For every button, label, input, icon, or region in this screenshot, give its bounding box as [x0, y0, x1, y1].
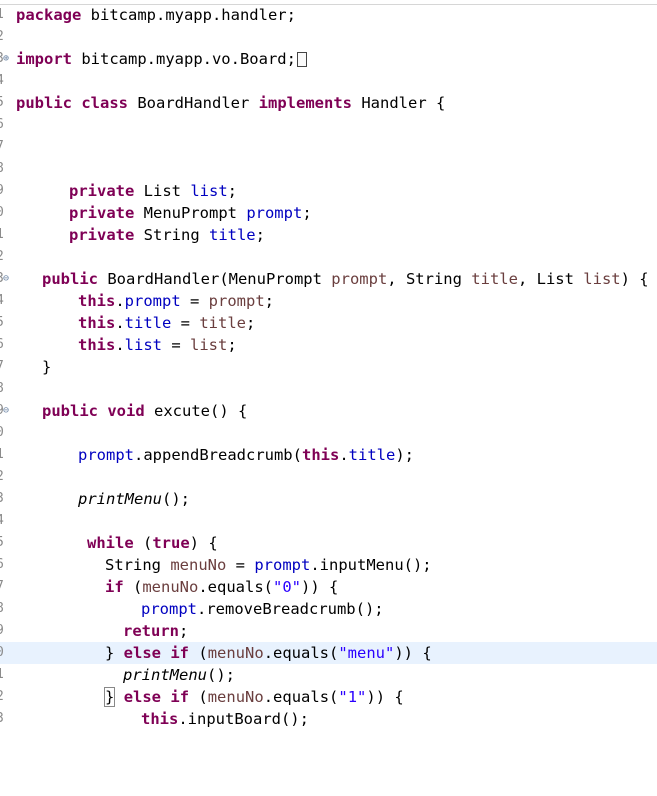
line-text: printMenu();: [78, 490, 190, 508]
code-line[interactable]: 1 package bitcamp.myapp.handler;: [0, 4, 657, 26]
code-line[interactable]: 4: [0, 510, 657, 532]
line-text: return;: [123, 622, 189, 640]
code-line[interactable]: 9 return;: [0, 620, 657, 642]
line-number: 3: [0, 708, 4, 730]
line-text: String menuNo = prompt.inputMenu();: [105, 556, 432, 574]
line-number: 7: [0, 576, 4, 598]
line-number: 4: [0, 290, 4, 312]
line-number: 2: [0, 686, 4, 708]
line-text: if (menuNo.equals("0")) {: [105, 578, 339, 596]
line-text: public class BoardHandler implements Han…: [16, 94, 446, 112]
line-text: this.inputBoard();: [141, 710, 309, 728]
fold-expand-icon[interactable]: ⊕: [3, 48, 9, 70]
code-line[interactable]: 2 } else if (menuNo.equals("1")) {: [0, 686, 657, 708]
code-line[interactable]: 9 ⊖ public void excute() {: [0, 400, 657, 422]
folded-imports-icon[interactable]: [296, 52, 307, 67]
line-text: this.title = title;: [78, 314, 256, 332]
line-number: 1: [0, 444, 4, 466]
line-text: }: [42, 358, 52, 376]
line-text: prompt.removeBreadcrumb();: [141, 600, 384, 618]
line-number: 5: [0, 92, 4, 114]
line-number: 2: [0, 466, 4, 488]
code-line[interactable]: 7 if (menuNo.equals("0")) {: [0, 576, 657, 598]
code-line[interactable]: 7: [0, 136, 657, 158]
line-text: public BoardHandler(MenuPrompt prompt, S…: [42, 270, 649, 288]
line-text: public void excute() {: [42, 402, 248, 420]
line-number: 1: [0, 4, 4, 26]
code-line[interactable]: 6 this.list = list;: [0, 334, 657, 356]
code-line[interactable]: 8: [0, 378, 657, 400]
code-line[interactable]: 7 }: [0, 356, 657, 378]
line-number: 9: [0, 180, 4, 202]
line-number: 4: [0, 70, 4, 92]
code-editor[interactable]: 1 package bitcamp.myapp.handler; 2 3 ⊕ i…: [0, 4, 657, 730]
line-number: 0: [0, 642, 4, 664]
code-line[interactable]: 4: [0, 70, 657, 92]
line-number: 5: [0, 312, 4, 334]
line-number: 4: [0, 510, 4, 532]
line-text: import bitcamp.myapp.vo.Board;: [16, 48, 307, 70]
code-line[interactable]: 3 printMenu();: [0, 488, 657, 510]
code-line[interactable]: 4 this.prompt = prompt;: [0, 290, 657, 312]
line-number: 9: [0, 620, 4, 642]
line-number: 2: [0, 26, 4, 48]
code-line[interactable]: 5 this.title = title;: [0, 312, 657, 334]
line-number: 1: [0, 664, 4, 686]
code-line[interactable]: 9 private List list;: [0, 180, 657, 202]
code-line[interactable]: 8 prompt.removeBreadcrumb();: [0, 598, 657, 620]
line-text: } else if (menuNo.equals("1")) {: [103, 687, 404, 707]
code-line[interactable]: 0 private MenuPrompt prompt;: [0, 202, 657, 224]
code-line-current[interactable]: 0 } else if (menuNo.equals("menu")) {: [0, 642, 657, 664]
line-text: this.prompt = prompt;: [78, 292, 275, 310]
fold-collapse-icon[interactable]: ⊖: [3, 400, 9, 422]
line-text: while (true) {: [87, 534, 218, 552]
line-number: 1: [0, 224, 4, 246]
code-line[interactable]: 1 prompt.appendBreadcrumb(this.title);: [0, 444, 657, 466]
code-line[interactable]: 1 private String title;: [0, 224, 657, 246]
line-number: 8: [0, 378, 4, 400]
line-text: this.list = list;: [78, 336, 237, 354]
code-line[interactable]: 3 ⊖ public BoardHandler(MenuPrompt promp…: [0, 268, 657, 290]
line-number: 8: [0, 158, 4, 180]
line-number: 6: [0, 334, 4, 356]
fold-collapse-icon[interactable]: ⊖: [3, 268, 9, 290]
code-line[interactable]: 2: [0, 466, 657, 488]
line-text: } else if (menuNo.equals("menu")) {: [105, 644, 432, 662]
code-line[interactable]: 5 public class BoardHandler implements H…: [0, 92, 657, 114]
line-number: 8: [0, 598, 4, 620]
code-line[interactable]: 2: [0, 26, 657, 48]
line-number: 0: [0, 422, 4, 444]
code-line[interactable]: 8: [0, 158, 657, 180]
line-number: 5: [0, 532, 4, 554]
line-number: 3: [0, 488, 4, 510]
code-line[interactable]: 5 while (true) {: [0, 532, 657, 554]
code-line[interactable]: 6 String menuNo = prompt.inputMenu();: [0, 554, 657, 576]
code-line[interactable]: 2: [0, 246, 657, 268]
line-number: 6: [0, 554, 4, 576]
line-number: 7: [0, 136, 4, 158]
line-text: private String title;: [69, 226, 265, 244]
matching-bracket: }: [103, 687, 116, 707]
line-text: private MenuPrompt prompt;: [69, 204, 312, 222]
code-line[interactable]: 1 printMenu();: [0, 664, 657, 686]
line-number: 7: [0, 356, 4, 378]
line-number: 6: [0, 114, 4, 136]
line-text: prompt.appendBreadcrumb(this.title);: [78, 446, 414, 464]
code-line[interactable]: 6: [0, 114, 657, 136]
line-number: 0: [0, 202, 4, 224]
line-text: package bitcamp.myapp.handler;: [16, 6, 296, 24]
code-line[interactable]: 0: [0, 422, 657, 444]
line-number: 2: [0, 246, 4, 268]
code-line[interactable]: 3 ⊕ import bitcamp.myapp.vo.Board;: [0, 48, 657, 70]
code-line[interactable]: 3 this.inputBoard();: [0, 708, 657, 730]
line-text: private List list;: [69, 182, 237, 200]
line-text: printMenu();: [123, 666, 235, 684]
